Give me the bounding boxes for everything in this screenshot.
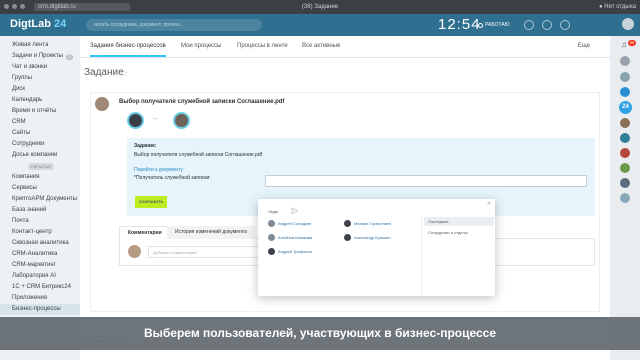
arrow-right-icon: → xyxy=(151,115,158,122)
main-content: Задания бизнес-процессов Мои процессы Пр… xyxy=(80,36,610,360)
menu-item-chat[interactable]: Чат и звонки xyxy=(0,62,80,73)
tab-my-processes[interactable]: Мои процессы xyxy=(181,43,221,49)
left-menu: Живая лента Задачи и Проекты 9 Чат и звон… xyxy=(0,36,80,360)
browser-tab-title[interactable]: (38) Задание xyxy=(270,3,370,11)
search-icon[interactable] xyxy=(620,56,630,66)
task-title: Выбор получателя служебной записки Согла… xyxy=(119,99,285,105)
comment-input[interactable]: Добавить комментарий xyxy=(148,246,268,258)
avatar[interactable] xyxy=(620,193,630,203)
current-user-avatar xyxy=(128,245,141,258)
browser-account[interactable]: ● Нет отдыха xyxy=(599,3,636,11)
menu-item-live-feed[interactable]: Живая лента xyxy=(0,40,80,51)
picker-tab-departments[interactable]: Сотрудники и отделы xyxy=(424,228,494,237)
menu-item-groups[interactable]: Группы xyxy=(0,73,80,84)
menu-item-bizproc[interactable]: Бизнес-процессы xyxy=(0,304,80,315)
menu-item-ai-lab[interactable]: Лаборатория AI xyxy=(0,271,80,282)
menu-item-sites[interactable]: Сайты xyxy=(0,128,80,139)
address-bar[interactable]: crm.digitlab.ru xyxy=(34,3,130,11)
person-item[interactable]: Михаил Горностаев xyxy=(344,220,391,227)
person-item[interactable]: Андрей Солодкин xyxy=(268,220,311,227)
clock[interactable]: 12:54 xyxy=(438,16,481,33)
recipient-input[interactable] xyxy=(265,175,587,187)
page-title: Задание xyxy=(84,67,124,78)
user-avatar[interactable] xyxy=(622,18,634,30)
menu-item-time[interactable]: Время и отчёты xyxy=(0,106,80,117)
contacts-icon[interactable] xyxy=(620,72,630,82)
tab-bar: Задания бизнес-процессов Мои процессы Пр… xyxy=(80,36,610,58)
menu-item-apps[interactable]: Приложения xyxy=(0,293,80,304)
menu-item-dossier[interactable]: Досье компании xyxy=(0,150,80,161)
menu-separator-hidden[interactable]: СКРЫТЫЕ xyxy=(28,163,54,170)
person-item[interactable]: Андрей Трифонов xyxy=(268,248,312,255)
save-button[interactable]: СОХРАНИТЬ xyxy=(135,196,167,208)
menu-item-knowledge[interactable]: База знаний xyxy=(0,205,80,216)
tasks-count-badge: 9 xyxy=(65,53,73,60)
person-item[interactable]: Альбина Шмакова xyxy=(268,234,312,241)
tab-comments[interactable]: Комментарии xyxy=(119,226,171,239)
logo[interactable]: DigtLab 24 xyxy=(10,18,66,30)
tab-all-active[interactable]: Все активные xyxy=(302,43,340,49)
openlines-icon[interactable] xyxy=(620,87,630,97)
play-icon xyxy=(478,22,483,28)
menu-item-crm-marketing[interactable]: CRM-маркетинг xyxy=(0,260,80,271)
author-avatar[interactable] xyxy=(95,97,109,111)
avatar xyxy=(268,220,275,227)
menu-item-tasks[interactable]: Задачи и Проекты 9 xyxy=(0,51,80,62)
tab-feed-processes[interactable]: Процессы в ленте xyxy=(237,43,288,49)
notification-count: 99 xyxy=(628,40,636,46)
menu-item-analytics[interactable]: Сквозная аналитика xyxy=(0,238,80,249)
mouse-cursor-icon: ➤ xyxy=(290,206,299,217)
top-header: DigtLab 24 искать сотрудника, документ, п… xyxy=(0,14,640,36)
avatar[interactable] xyxy=(620,163,630,173)
search-input[interactable]: искать сотрудника, документ, прочее... xyxy=(86,19,262,31)
menu-item-cryptoarm[interactable]: КриптоАРМ Документы xyxy=(0,194,80,205)
active-tab-indicator xyxy=(90,55,166,57)
initiator-avatar[interactable] xyxy=(127,112,144,129)
avatar xyxy=(344,220,351,227)
menu-item-disk[interactable]: Диск xyxy=(0,84,80,95)
bitrix24-badge[interactable]: 24 xyxy=(619,101,632,114)
avatar[interactable] xyxy=(620,118,630,128)
browser-chrome: crm.digitlab.ru (38) Задание ● Нет отдых… xyxy=(0,0,640,14)
video-subtitle: Выберем пользователей, участвующих в биз… xyxy=(143,326,497,340)
avatar xyxy=(268,248,275,255)
task-description: Выбор получателя служебной записки Согла… xyxy=(134,152,263,158)
task-heading: Задание: xyxy=(134,143,157,149)
tab-document-history[interactable]: История изменений документа xyxy=(167,226,255,239)
star-icon[interactable]: ☆ xyxy=(120,68,128,79)
menu-item-crm[interactable]: CRM xyxy=(0,117,80,128)
avatar[interactable] xyxy=(620,148,630,158)
picker-heading: Люди xyxy=(268,209,279,214)
avatar xyxy=(344,234,351,241)
recipient-field-label: *Получатель служебной записки: xyxy=(134,175,211,181)
document-link[interactable]: Перейти к документу xyxy=(134,167,183,173)
menu-item-calendar[interactable]: Календарь xyxy=(0,95,80,106)
menu-item-services[interactable]: Сервисы xyxy=(0,183,80,194)
person-item[interactable]: Александр Кузьмин xyxy=(344,234,391,241)
avatar[interactable] xyxy=(620,178,630,188)
more-menu-button[interactable]: Еще xyxy=(578,43,590,49)
tab-bizproc-tasks[interactable]: Задания бизнес-процессов xyxy=(90,43,166,49)
right-sidebar: ♫ 99 24 xyxy=(610,36,640,360)
grid-icon[interactable] xyxy=(542,20,552,30)
help-icon[interactable] xyxy=(524,20,534,30)
menu-item-1c[interactable]: 1С + CRM Битрикс24 xyxy=(0,282,80,293)
menu-item-crm-analytics[interactable]: CRM-Аналитика xyxy=(0,249,80,260)
menu-item-company[interactable]: Компания xyxy=(0,172,80,183)
menu-item-mail[interactable]: Почта xyxy=(0,216,80,227)
menu-item-employees[interactable]: Сотрудники xyxy=(0,139,80,150)
assignee-avatar[interactable] xyxy=(173,112,190,129)
avatar xyxy=(268,234,275,241)
window-controls xyxy=(4,4,25,9)
menu-item-contact-center[interactable]: Контакт-центр xyxy=(0,227,80,238)
refresh-icon[interactable] xyxy=(560,20,570,30)
avatar[interactable] xyxy=(620,133,630,143)
close-icon[interactable]: ✕ xyxy=(487,201,491,207)
header-icons xyxy=(524,20,570,30)
picker-tab-recent[interactable]: Последние xyxy=(424,217,494,226)
work-status[interactable]: РАБОТАЮ xyxy=(478,22,510,28)
bell-icon[interactable]: ♫ xyxy=(621,40,627,49)
picker-sidebar: Последние Сотрудники и отделы xyxy=(421,216,495,296)
